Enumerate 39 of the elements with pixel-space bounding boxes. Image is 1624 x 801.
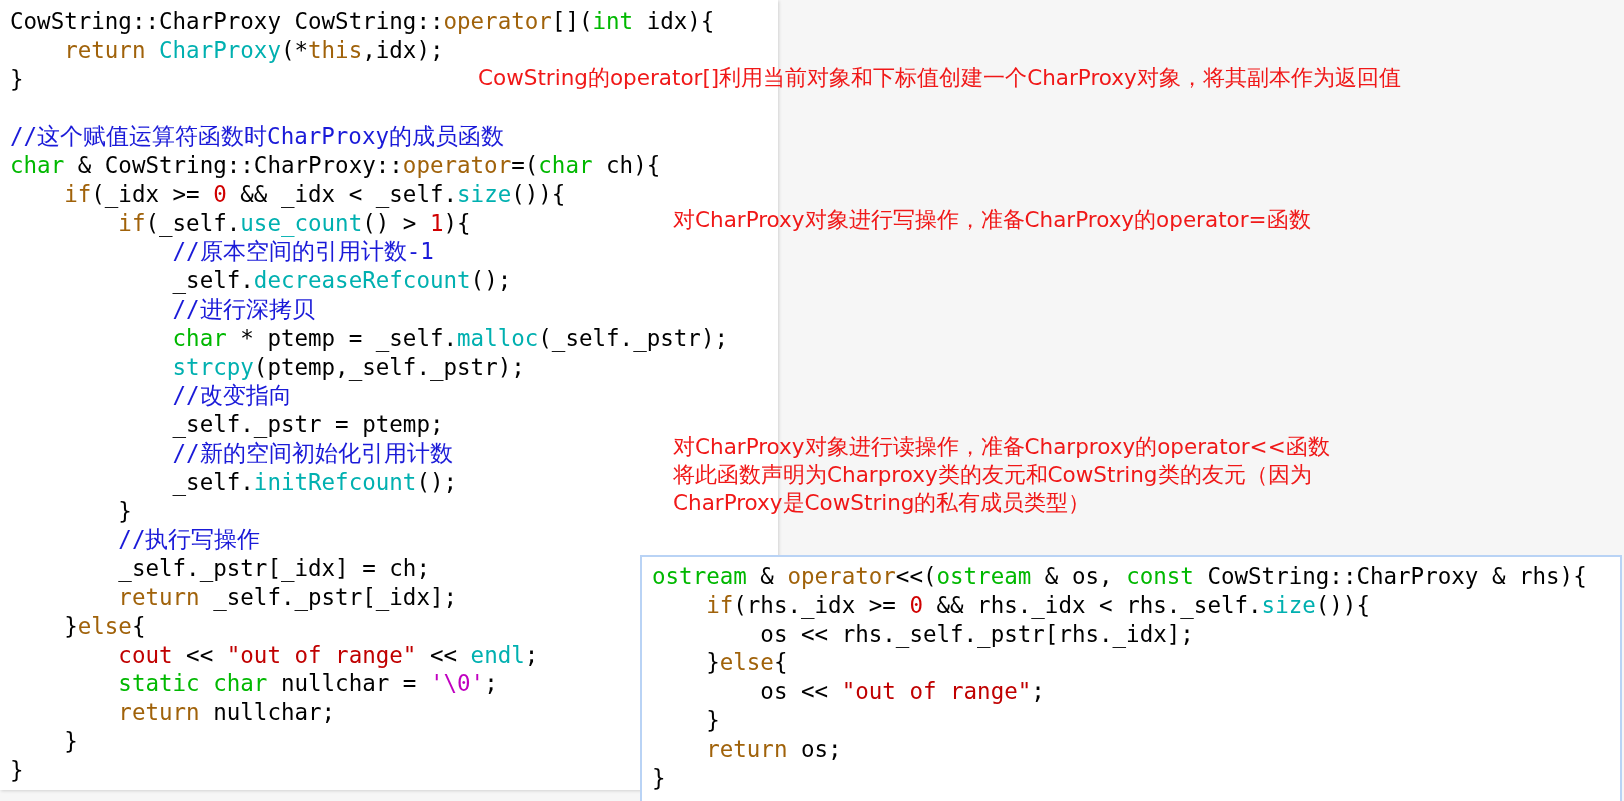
code-line: } xyxy=(63,726,78,756)
code-line: if(_self.use_count() > 1){ xyxy=(117,208,471,238)
code-line: ostream & operator<<(ostream & os, const CowString::CharProxy & rhs){ xyxy=(652,562,1587,591)
code-line: } xyxy=(705,706,720,735)
code-line: //新的空间初始化引用计数 xyxy=(171,438,453,468)
code-line: //原本空间的引用计数-1 xyxy=(171,237,434,267)
code-line: _self.initRefcount(); xyxy=(171,467,458,497)
code-line: if(rhs._idx >= 0 && rhs._idx < rhs._self.size()){ xyxy=(705,590,1370,620)
code-line: return nullchar; xyxy=(117,698,336,727)
code-line: if(_idx >= 0 && _idx < _self.size()){ xyxy=(63,179,566,209)
code-line: } xyxy=(652,763,666,793)
code-line: os << rhs._self._pstr[rhs._idx]; xyxy=(759,619,1194,649)
code-line: return CharProxy(*this,idx); xyxy=(63,35,444,65)
code-line: return _self._pstr[_idx]; xyxy=(117,582,458,612)
code-line: } xyxy=(10,755,24,785)
annotation-text: 将此函数声明为Charproxy类的友元和CowString类的友元（因为 xyxy=(673,461,1312,489)
code-line: strcpy(ptemp,_self._pstr); xyxy=(171,352,525,382)
code-line: return os; xyxy=(705,734,842,764)
code-line: os << "out of range"; xyxy=(759,677,1045,706)
code-line: //这个赋值运算符函数时CharProxy的成员函数 xyxy=(10,122,504,151)
code-line: } xyxy=(117,496,132,526)
code-line: _self._pstr[_idx] = ch; xyxy=(117,554,430,583)
annotation-text: CowString的operator[]利用当前对象和下标值创建一个CharProxy对象，将其副本作为返回值 xyxy=(478,64,1401,92)
code-line: } xyxy=(10,64,24,94)
annotation-text: 对CharProxy对象进行读操作，准备Charproxy的operator<<函数 xyxy=(673,433,1330,461)
code-line: //进行深拷贝 xyxy=(171,294,315,324)
code-line: char * ptemp = _self.malloc(_self._pstr); xyxy=(171,323,728,353)
code-line: char & CowString::CharProxy::operator=(char ch){ xyxy=(10,151,661,180)
code-line: }else{ xyxy=(63,611,146,641)
code-line: _self._pstr = ptemp; xyxy=(171,410,444,439)
code-line: CowString::CharProxy CowString::operator[](int idx){ xyxy=(10,7,715,36)
code-line: }else{ xyxy=(705,648,788,678)
annotation-text: 对CharProxy对象进行写操作，准备CharProxy的operator=函数 xyxy=(673,206,1311,234)
annotation-text: CharProxy是CowString的私有成员类型） xyxy=(673,489,1091,517)
code-line: static char nullchar = '\0'; xyxy=(117,669,498,699)
code-line: //改变指向 xyxy=(171,381,292,411)
code-line: //执行写操作 xyxy=(117,525,261,555)
code-line: cout << "out of range" << endl; xyxy=(117,640,539,670)
code-line: _self.decreaseRefcount(); xyxy=(171,266,512,295)
